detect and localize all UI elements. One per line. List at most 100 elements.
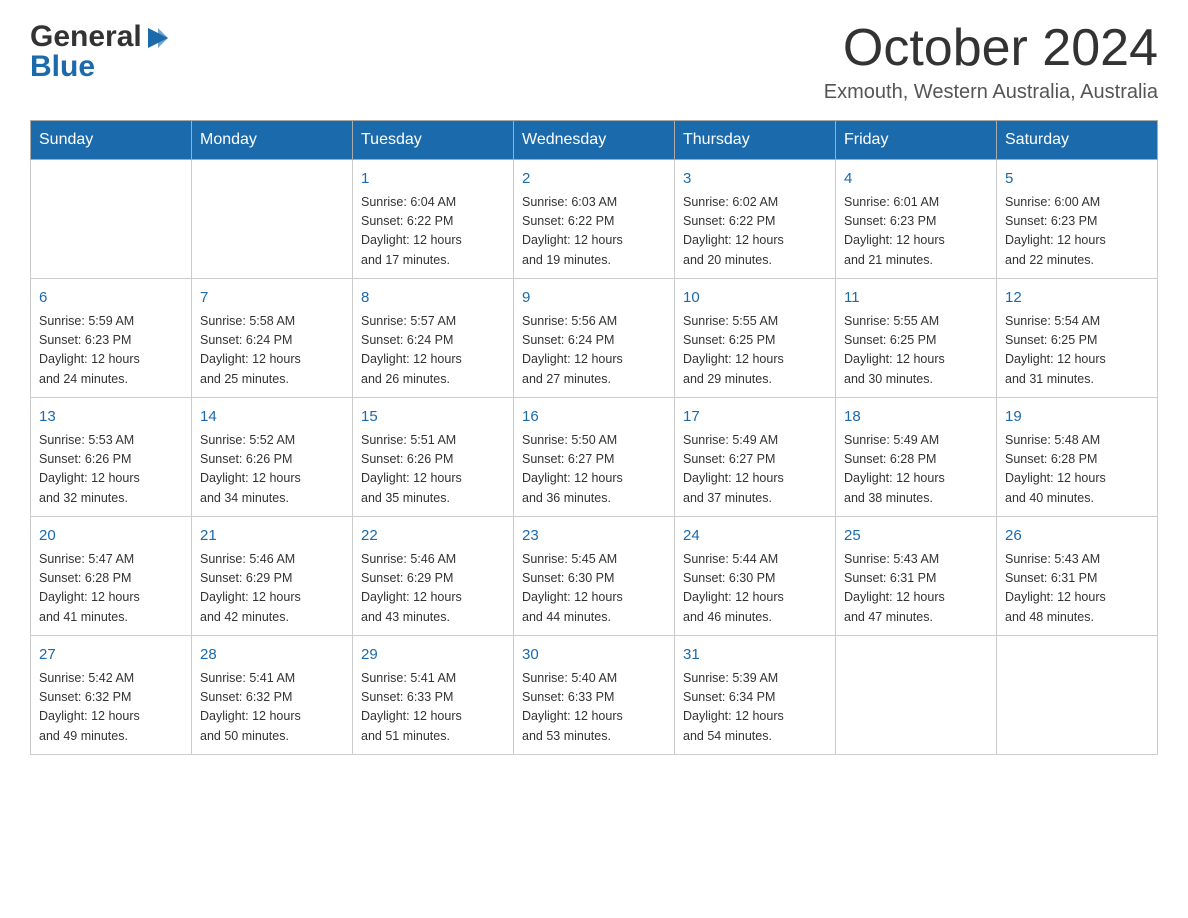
calendar-cell: 1Sunrise: 6:04 AMSunset: 6:22 PMDaylight… bbox=[353, 160, 514, 279]
calendar-cell bbox=[997, 636, 1158, 755]
calendar-cell: 27Sunrise: 5:42 AMSunset: 6:32 PMDayligh… bbox=[31, 636, 192, 755]
day-number: 2 bbox=[522, 168, 666, 191]
day-info: Sunrise: 5:52 AMSunset: 6:26 PMDaylight:… bbox=[200, 431, 344, 509]
day-number: 27 bbox=[39, 644, 183, 667]
day-info: Sunrise: 5:59 AMSunset: 6:23 PMDaylight:… bbox=[39, 312, 183, 390]
calendar-cell: 8Sunrise: 5:57 AMSunset: 6:24 PMDaylight… bbox=[353, 279, 514, 398]
day-info: Sunrise: 5:46 AMSunset: 6:29 PMDaylight:… bbox=[200, 550, 344, 628]
calendar-week-row: 27Sunrise: 5:42 AMSunset: 6:32 PMDayligh… bbox=[31, 636, 1158, 755]
day-info: Sunrise: 5:49 AMSunset: 6:27 PMDaylight:… bbox=[683, 431, 827, 509]
day-number: 18 bbox=[844, 406, 988, 429]
calendar-cell: 31Sunrise: 5:39 AMSunset: 6:34 PMDayligh… bbox=[675, 636, 836, 755]
day-info: Sunrise: 5:53 AMSunset: 6:26 PMDaylight:… bbox=[39, 431, 183, 509]
day-info: Sunrise: 5:51 AMSunset: 6:26 PMDaylight:… bbox=[361, 431, 505, 509]
day-number: 5 bbox=[1005, 168, 1149, 191]
weekday-header-row: SundayMondayTuesdayWednesdayThursdayFrid… bbox=[31, 121, 1158, 160]
day-info: Sunrise: 5:55 AMSunset: 6:25 PMDaylight:… bbox=[844, 312, 988, 390]
calendar-cell: 22Sunrise: 5:46 AMSunset: 6:29 PMDayligh… bbox=[353, 517, 514, 636]
day-number: 7 bbox=[200, 287, 344, 310]
day-number: 25 bbox=[844, 525, 988, 548]
calendar-cell: 29Sunrise: 5:41 AMSunset: 6:33 PMDayligh… bbox=[353, 636, 514, 755]
logo-arrow-icon bbox=[144, 24, 172, 52]
day-info: Sunrise: 6:00 AMSunset: 6:23 PMDaylight:… bbox=[1005, 193, 1149, 271]
calendar-week-row: 1Sunrise: 6:04 AMSunset: 6:22 PMDaylight… bbox=[31, 160, 1158, 279]
month-title: October 2024 bbox=[824, 20, 1158, 77]
day-number: 13 bbox=[39, 406, 183, 429]
day-number: 6 bbox=[39, 287, 183, 310]
calendar-cell: 5Sunrise: 6:00 AMSunset: 6:23 PMDaylight… bbox=[997, 160, 1158, 279]
calendar-cell: 11Sunrise: 5:55 AMSunset: 6:25 PMDayligh… bbox=[836, 279, 997, 398]
page-header: General Blue October 2024 Exmouth, Weste… bbox=[30, 20, 1158, 104]
calendar-table: SundayMondayTuesdayWednesdayThursdayFrid… bbox=[30, 120, 1158, 755]
day-number: 15 bbox=[361, 406, 505, 429]
day-number: 21 bbox=[200, 525, 344, 548]
day-number: 16 bbox=[522, 406, 666, 429]
weekday-header-thursday: Thursday bbox=[675, 121, 836, 160]
day-number: 9 bbox=[522, 287, 666, 310]
day-number: 11 bbox=[844, 287, 988, 310]
calendar-cell: 6Sunrise: 5:59 AMSunset: 6:23 PMDaylight… bbox=[31, 279, 192, 398]
calendar-cell: 16Sunrise: 5:50 AMSunset: 6:27 PMDayligh… bbox=[514, 398, 675, 517]
calendar-cell: 14Sunrise: 5:52 AMSunset: 6:26 PMDayligh… bbox=[192, 398, 353, 517]
day-info: Sunrise: 5:47 AMSunset: 6:28 PMDaylight:… bbox=[39, 550, 183, 628]
day-number: 12 bbox=[1005, 287, 1149, 310]
calendar-cell: 26Sunrise: 5:43 AMSunset: 6:31 PMDayligh… bbox=[997, 517, 1158, 636]
weekday-header-monday: Monday bbox=[192, 121, 353, 160]
day-info: Sunrise: 5:57 AMSunset: 6:24 PMDaylight:… bbox=[361, 312, 505, 390]
day-info: Sunrise: 5:56 AMSunset: 6:24 PMDaylight:… bbox=[522, 312, 666, 390]
day-info: Sunrise: 5:45 AMSunset: 6:30 PMDaylight:… bbox=[522, 550, 666, 628]
day-number: 29 bbox=[361, 644, 505, 667]
day-info: Sunrise: 5:43 AMSunset: 6:31 PMDaylight:… bbox=[844, 550, 988, 628]
calendar-cell: 17Sunrise: 5:49 AMSunset: 6:27 PMDayligh… bbox=[675, 398, 836, 517]
day-info: Sunrise: 5:49 AMSunset: 6:28 PMDaylight:… bbox=[844, 431, 988, 509]
weekday-header-tuesday: Tuesday bbox=[353, 121, 514, 160]
calendar-cell bbox=[836, 636, 997, 755]
day-number: 14 bbox=[200, 406, 344, 429]
day-info: Sunrise: 5:41 AMSunset: 6:33 PMDaylight:… bbox=[361, 669, 505, 747]
calendar-cell: 10Sunrise: 5:55 AMSunset: 6:25 PMDayligh… bbox=[675, 279, 836, 398]
calendar-cell: 19Sunrise: 5:48 AMSunset: 6:28 PMDayligh… bbox=[997, 398, 1158, 517]
day-info: Sunrise: 5:42 AMSunset: 6:32 PMDaylight:… bbox=[39, 669, 183, 747]
day-info: Sunrise: 5:44 AMSunset: 6:30 PMDaylight:… bbox=[683, 550, 827, 628]
day-info: Sunrise: 5:50 AMSunset: 6:27 PMDaylight:… bbox=[522, 431, 666, 509]
day-info: Sunrise: 5:41 AMSunset: 6:32 PMDaylight:… bbox=[200, 669, 344, 747]
weekday-header-sunday: Sunday bbox=[31, 121, 192, 160]
day-info: Sunrise: 5:48 AMSunset: 6:28 PMDaylight:… bbox=[1005, 431, 1149, 509]
calendar-cell: 4Sunrise: 6:01 AMSunset: 6:23 PMDaylight… bbox=[836, 160, 997, 279]
day-number: 20 bbox=[39, 525, 183, 548]
day-number: 23 bbox=[522, 525, 666, 548]
day-info: Sunrise: 5:39 AMSunset: 6:34 PMDaylight:… bbox=[683, 669, 827, 747]
day-number: 17 bbox=[683, 406, 827, 429]
calendar-cell bbox=[192, 160, 353, 279]
calendar-week-row: 13Sunrise: 5:53 AMSunset: 6:26 PMDayligh… bbox=[31, 398, 1158, 517]
day-info: Sunrise: 5:54 AMSunset: 6:25 PMDaylight:… bbox=[1005, 312, 1149, 390]
day-number: 3 bbox=[683, 168, 827, 191]
logo: General Blue bbox=[30, 20, 172, 84]
calendar-cell: 23Sunrise: 5:45 AMSunset: 6:30 PMDayligh… bbox=[514, 517, 675, 636]
day-info: Sunrise: 6:01 AMSunset: 6:23 PMDaylight:… bbox=[844, 193, 988, 271]
calendar-cell: 3Sunrise: 6:02 AMSunset: 6:22 PMDaylight… bbox=[675, 160, 836, 279]
title-area: October 2024 Exmouth, Western Australia,… bbox=[824, 20, 1158, 104]
day-number: 1 bbox=[361, 168, 505, 191]
logo-blue-text: Blue bbox=[30, 50, 95, 84]
weekday-header-saturday: Saturday bbox=[997, 121, 1158, 160]
calendar-cell: 21Sunrise: 5:46 AMSunset: 6:29 PMDayligh… bbox=[192, 517, 353, 636]
day-number: 31 bbox=[683, 644, 827, 667]
day-info: Sunrise: 5:40 AMSunset: 6:33 PMDaylight:… bbox=[522, 669, 666, 747]
day-number: 30 bbox=[522, 644, 666, 667]
day-number: 26 bbox=[1005, 525, 1149, 548]
day-info: Sunrise: 5:58 AMSunset: 6:24 PMDaylight:… bbox=[200, 312, 344, 390]
day-info: Sunrise: 6:04 AMSunset: 6:22 PMDaylight:… bbox=[361, 193, 505, 271]
day-number: 22 bbox=[361, 525, 505, 548]
weekday-header-wednesday: Wednesday bbox=[514, 121, 675, 160]
calendar-cell: 15Sunrise: 5:51 AMSunset: 6:26 PMDayligh… bbox=[353, 398, 514, 517]
calendar-cell bbox=[31, 160, 192, 279]
day-number: 28 bbox=[200, 644, 344, 667]
calendar-cell: 20Sunrise: 5:47 AMSunset: 6:28 PMDayligh… bbox=[31, 517, 192, 636]
calendar-week-row: 20Sunrise: 5:47 AMSunset: 6:28 PMDayligh… bbox=[31, 517, 1158, 636]
calendar-cell: 24Sunrise: 5:44 AMSunset: 6:30 PMDayligh… bbox=[675, 517, 836, 636]
calendar-cell: 9Sunrise: 5:56 AMSunset: 6:24 PMDaylight… bbox=[514, 279, 675, 398]
day-number: 10 bbox=[683, 287, 827, 310]
day-info: Sunrise: 6:02 AMSunset: 6:22 PMDaylight:… bbox=[683, 193, 827, 271]
day-number: 19 bbox=[1005, 406, 1149, 429]
